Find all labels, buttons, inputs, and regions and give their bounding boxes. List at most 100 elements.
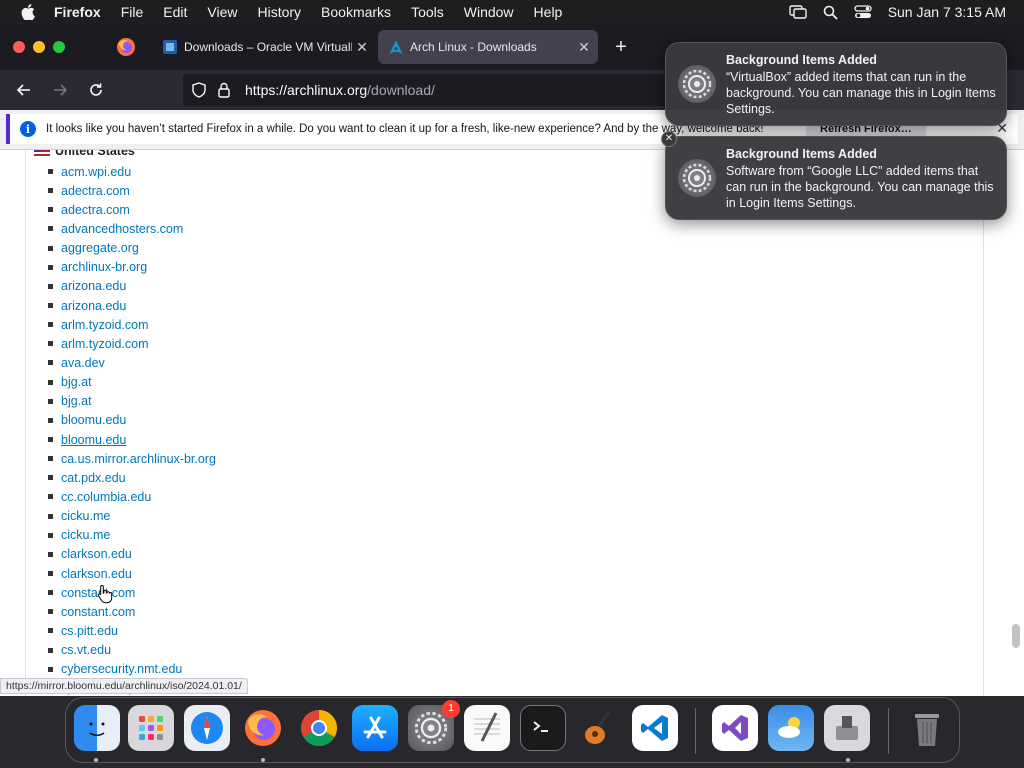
menu-help[interactable]: Help [524,4,573,20]
mirror-link[interactable]: archlinux-br.org [61,260,147,274]
list-bullet [48,360,53,366]
mirror-link[interactable]: bjg.at [61,375,92,389]
mirror-list-item: bjg.at [48,373,216,392]
menu-file[interactable]: File [111,4,154,20]
lock-icon[interactable] [215,81,233,99]
notification-background-items-virtualbox[interactable]: Background Items Added “VirtualBox” adde… [665,42,1007,126]
mirror-link[interactable]: cc.columbia.edu [61,490,151,504]
vscode-icon[interactable] [632,705,678,751]
menu-edit[interactable]: Edit [153,4,197,20]
menu-window[interactable]: Window [454,4,524,20]
firefox-dock-icon[interactable] [240,705,286,751]
mirror-link[interactable]: cs.pitt.edu [61,624,118,638]
mirror-list-item: adectra.com [48,200,216,219]
menu-bar-clock[interactable]: Sun Jan 7 3:15 AM [888,4,1006,20]
mirror-list-item: adectra.com [48,181,216,200]
reload-icon[interactable] [84,78,108,102]
mirror-list-item: bjg.at [48,392,216,411]
hand-pointer-cursor-icon [97,584,113,604]
running-indicator [261,758,265,762]
tab-virtualbox-downloads[interactable]: Downloads – Oracle VM VirtualBox ✕ [152,30,376,64]
notification-title: Background Items Added [726,147,877,161]
mirror-link[interactable]: cicku.me [61,509,110,523]
mirror-list-item: ca.us.mirror.archlinux-br.org [48,449,216,468]
finder-icon[interactable] [74,705,120,751]
mirror-link[interactable]: aggregate.org [61,241,139,255]
mirror-link[interactable]: ava.dev [61,356,105,370]
mirror-link[interactable]: cs.vt.edu [61,643,111,657]
control-center-icon[interactable] [854,5,872,19]
menu-view[interactable]: View [197,4,247,20]
window-zoom-button[interactable] [53,41,65,53]
mirror-link[interactable]: clarkson.edu [61,547,132,561]
textedit-icon[interactable] [464,705,510,751]
mirror-link[interactable]: advancedhosters.com [61,222,183,236]
list-bullet [48,513,53,519]
notification-background-items-google[interactable]: Background Items Added Software from “Go… [665,136,1007,220]
notification-title: Background Items Added [726,53,877,67]
back-arrow-icon[interactable] [12,78,36,102]
window-close-button[interactable] [13,41,25,53]
new-tab-plus-icon[interactable]: + [608,34,634,60]
list-bullet [48,532,53,538]
mirror-link[interactable]: acm.wpi.edu [61,165,131,179]
menu-app-name[interactable]: Firefox [54,4,111,20]
mirror-link[interactable]: constant.com [61,605,135,619]
menu-tools[interactable]: Tools [401,4,454,20]
notification-close-icon[interactable]: ✕ [661,131,677,147]
mirror-link[interactable]: bloomu.edu [61,413,126,427]
list-bullet [48,666,53,672]
window-minimize-button[interactable] [33,41,45,53]
mirror-link[interactable]: arlm.tyzoid.com [61,337,149,351]
tracking-protection-shield-icon[interactable] [190,81,208,99]
app-store-icon[interactable] [352,705,398,751]
url-path: /download/ [367,82,435,98]
menu-history[interactable]: History [247,4,311,20]
safari-icon[interactable] [184,705,230,751]
menu-bookmarks[interactable]: Bookmarks [311,4,401,20]
tab-close-icon[interactable]: ✕ [574,39,594,56]
page-content[interactable]: United States acm.wpi.edu adectra.com adec… [0,150,1024,696]
system-settings-gear-icon [678,159,716,197]
mirror-link[interactable]: adectra.com [61,184,130,198]
mirror-list-item: arlm.tyzoid.com [48,334,216,353]
mirror-list-item: cc.columbia.edu [48,487,216,506]
list-bullet [48,456,53,462]
list-bullet [48,245,53,251]
mirror-link[interactable]: arizona.edu [61,279,126,293]
mirror-link[interactable]: cat.pdx.edu [61,471,126,485]
mirror-link[interactable]: cybersecurity.nmt.edu [61,662,182,676]
mirror-link[interactable]: arizona.edu [61,299,126,313]
system-settings-icon[interactable]: 1 [408,700,460,751]
mirror-link[interactable]: arlm.tyzoid.com [61,318,149,332]
running-indicator [846,758,850,762]
terminal-icon[interactable] [520,705,566,751]
weather-icon[interactable] [768,705,814,751]
mirror-link[interactable]: adectra.com [61,203,130,217]
tab-title: Downloads – Oracle VM VirtualBox [184,40,352,54]
forward-arrow-icon[interactable] [48,78,72,102]
tab-close-icon[interactable]: ✕ [352,39,372,56]
spotlight-search-icon[interactable] [823,5,838,20]
list-bullet [48,628,53,634]
launchpad-icon[interactable] [128,705,174,751]
url-bar[interactable]: https://archlinux.org/download/ [183,74,683,106]
mirror-list-item: arlm.tyzoid.com [48,315,216,334]
mirror-link[interactable]: bloomu.edu [61,433,126,447]
garageband-icon[interactable] [576,705,622,751]
disk-utility-icon[interactable] [824,705,870,751]
chrome-icon[interactable] [296,705,342,751]
apple-menu-icon[interactable] [18,2,38,22]
mirror-link[interactable]: cicku.me [61,528,110,542]
trash-icon[interactable] [904,705,950,751]
visual-studio-icon[interactable] [712,705,758,751]
list-bullet [48,494,53,500]
mirror-link[interactable]: clarkson.edu [61,567,132,581]
mirror-link[interactable]: ca.us.mirror.archlinux-br.org [61,452,216,466]
mirror-link[interactable]: bjg.at [61,394,92,408]
vertical-scrollbar-thumb[interactable] [1012,624,1020,648]
tab-arch-linux-downloads[interactable]: Arch Linux - Downloads ✕ [378,30,598,64]
firefox-view-icon[interactable] [116,37,136,57]
display-mirror-icon[interactable] [788,5,807,19]
list-bullet [48,609,53,615]
